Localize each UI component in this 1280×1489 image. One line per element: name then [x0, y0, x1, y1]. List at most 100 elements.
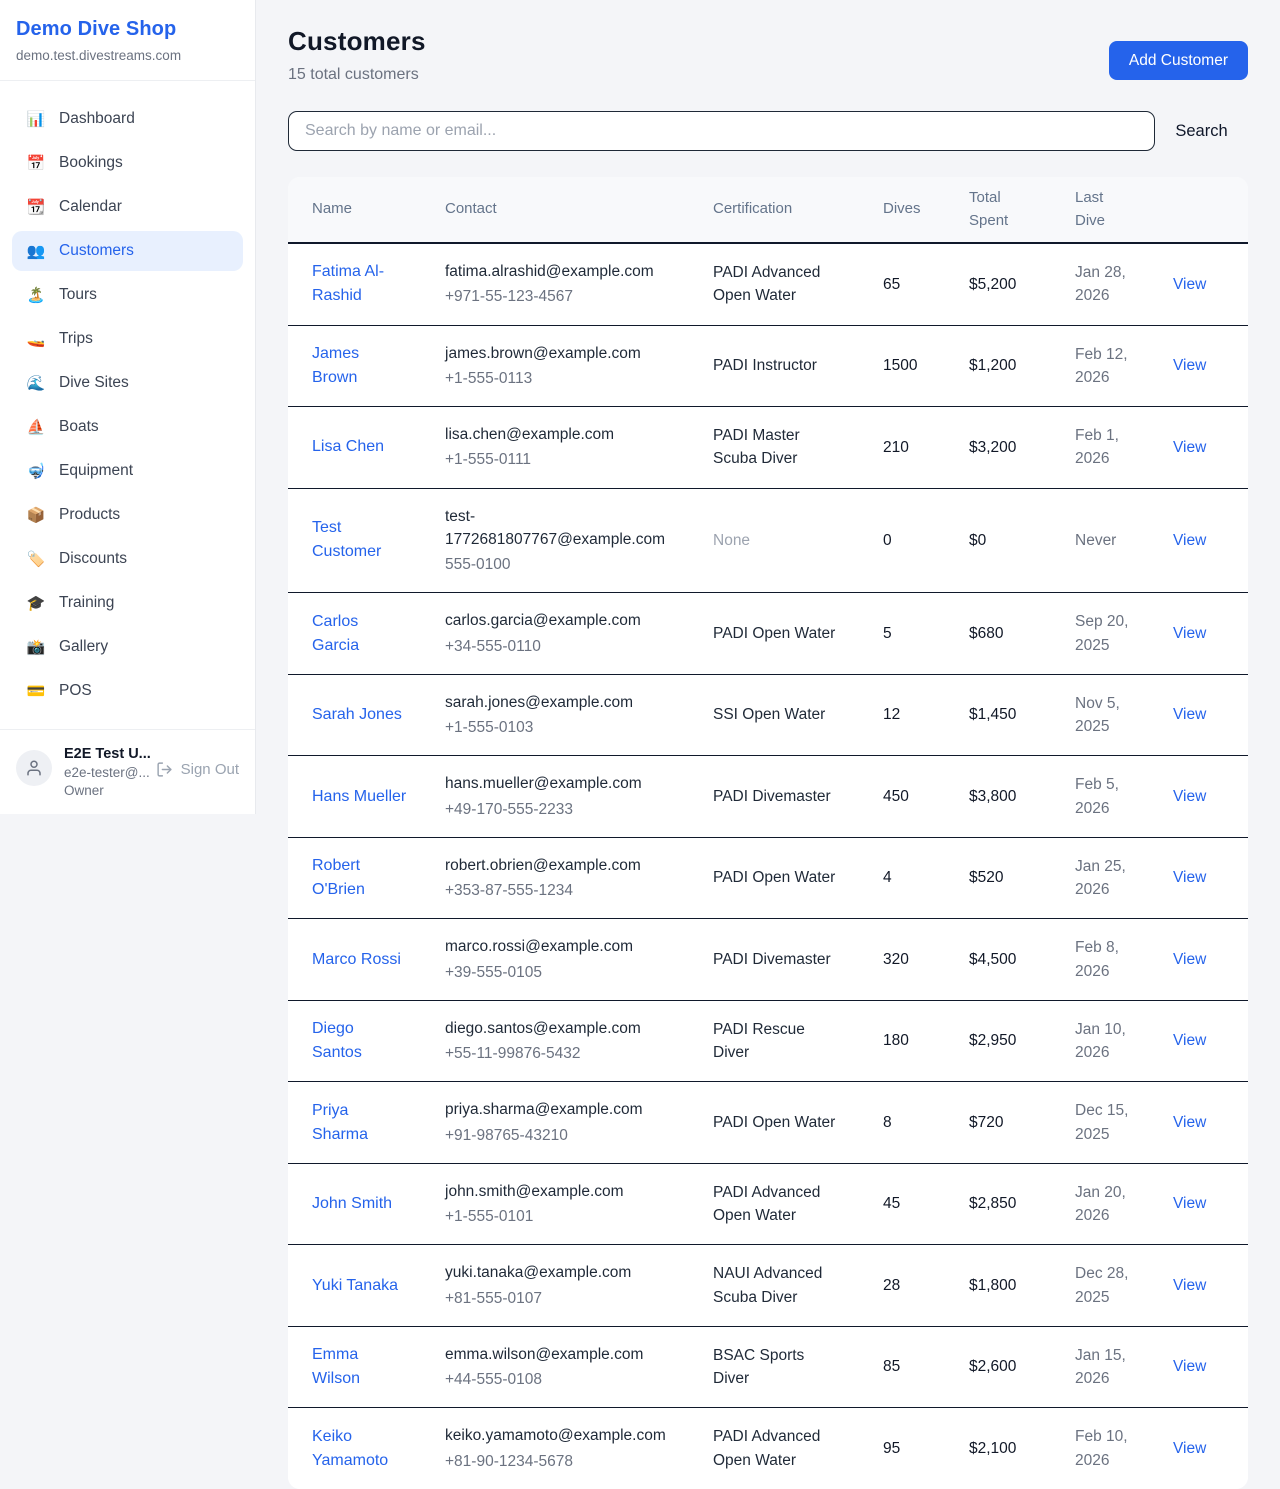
customer-total-spent: $1,200 [969, 357, 1016, 374]
customer-name-link[interactable]: James Brown [312, 342, 407, 390]
customer-name-link[interactable]: Diego Santos [312, 1017, 407, 1065]
customer-email: john.smith@example.com [445, 1180, 677, 1203]
user-name: E2E Test U... [64, 746, 144, 762]
customer-name-link[interactable]: Hans Mueller [312, 785, 407, 809]
table-row: Sarah Jones sarah.jones@example.com +1-5… [288, 674, 1248, 756]
view-customer-link[interactable]: View [1173, 1440, 1206, 1457]
column-header-total-spent: Total Spent [957, 177, 1063, 243]
sidebar-item-tours[interactable]: 🏝️ Tours [12, 275, 243, 315]
view-customer-link[interactable]: View [1173, 532, 1206, 549]
customer-last-dive: Jan 10, 2026 [1075, 1018, 1139, 1065]
sidebar-item-customers[interactable]: 👥 Customers [12, 231, 243, 271]
customer-name-link[interactable]: Keiko Yamamoto [312, 1425, 407, 1473]
customer-last-dive: Dec 15, 2025 [1075, 1099, 1139, 1146]
user-role: Owner [64, 783, 144, 798]
sidebar-item-label: POS [59, 682, 92, 700]
view-customer-link[interactable]: View [1173, 625, 1206, 642]
customer-dives: 0 [883, 532, 892, 549]
sidebar-item-discounts[interactable]: 🏷️ Discounts [12, 539, 243, 579]
view-customer-link[interactable]: View [1173, 357, 1206, 374]
column-header-actions [1161, 177, 1248, 243]
view-customer-link[interactable]: View [1173, 1032, 1206, 1049]
search-input[interactable] [288, 111, 1155, 151]
view-customer-link[interactable]: View [1173, 706, 1206, 723]
customer-contact: john.smith@example.com +1-555-0101 [445, 1180, 677, 1229]
customer-contact: test-1772681807767@example.com 555-0100 [445, 505, 677, 577]
total-customers-count: 15 total customers [288, 66, 426, 84]
customer-name-link[interactable]: Yuki Tanaka [312, 1274, 407, 1298]
customer-phone: +44-555-0108 [445, 1368, 677, 1391]
customer-last-dive: Jan 20, 2026 [1075, 1181, 1139, 1228]
sidebar-item-training[interactable]: 🎓 Training [12, 583, 243, 623]
sign-out-button[interactable]: Sign Out [156, 761, 239, 778]
customer-total-spent: $4,500 [969, 951, 1016, 968]
view-customer-link[interactable]: View [1173, 1114, 1206, 1131]
table-row: John Smith john.smith@example.com +1-555… [288, 1163, 1248, 1245]
table-row: Carlos Garcia carlos.garcia@example.com … [288, 593, 1248, 675]
shop-domain: demo.test.divestreams.com [16, 48, 239, 63]
sidebar-item-dive-sites[interactable]: 🌊 Dive Sites [12, 363, 243, 403]
customer-dives: 5 [883, 625, 892, 642]
sidebar-item-bookings[interactable]: 📅 Bookings [12, 143, 243, 183]
view-customer-link[interactable]: View [1173, 788, 1206, 805]
customer-last-dive: Jan 25, 2026 [1075, 855, 1139, 902]
customer-email: keiko.yamamoto@example.com [445, 1424, 677, 1447]
customer-email: hans.mueller@example.com [445, 772, 677, 795]
customer-phone: +1-555-0113 [445, 367, 677, 390]
pos-icon: 💳 [26, 682, 46, 700]
equipment-icon: 🤿 [26, 462, 46, 480]
calendar-icon: 📆 [26, 198, 46, 216]
sidebar-item-calendar[interactable]: 📆 Calendar [12, 187, 243, 227]
sidebar-item-boats[interactable]: ⛵ Boats [12, 407, 243, 447]
search-button[interactable]: Search [1155, 122, 1248, 141]
customer-name-link[interactable]: Marco Rossi [312, 948, 407, 972]
table-row: James Brown james.brown@example.com +1-5… [288, 325, 1248, 407]
user-email: e2e-tester@... [64, 765, 144, 780]
customer-total-spent: $720 [969, 1114, 1003, 1131]
customer-certification: PADI Advanced Open Water [713, 1425, 837, 1472]
customer-dives: 320 [883, 951, 909, 968]
sidebar-item-equipment[interactable]: 🤿 Equipment [12, 451, 243, 491]
customer-phone: +1-555-0111 [445, 448, 677, 471]
customer-name-link[interactable]: Carlos Garcia [312, 610, 407, 658]
sidebar-item-pos[interactable]: 💳 POS [12, 671, 243, 711]
customers-table: Name Contact Certification Dives Total S… [288, 177, 1248, 1489]
customer-certification: SSI Open Water [713, 703, 837, 726]
sidebar-item-trips[interactable]: 🚤 Trips [12, 319, 243, 359]
customer-name-link[interactable]: Lisa Chen [312, 435, 407, 459]
sidebar-item-label: Bookings [59, 154, 123, 172]
sidebar-item-gallery[interactable]: 📸 Gallery [12, 627, 243, 667]
customer-total-spent: $2,100 [969, 1440, 1016, 1457]
column-header-last-dive: Last Dive [1063, 177, 1161, 243]
view-customer-link[interactable]: View [1173, 1277, 1206, 1294]
customer-name-link[interactable]: John Smith [312, 1192, 407, 1216]
view-customer-link[interactable]: View [1173, 951, 1206, 968]
view-customer-link[interactable]: View [1173, 276, 1206, 293]
customer-total-spent: $520 [969, 869, 1003, 886]
customer-name-link[interactable]: Emma Wilson [312, 1343, 407, 1391]
view-customer-link[interactable]: View [1173, 439, 1206, 456]
customer-name-link[interactable]: Sarah Jones [312, 703, 407, 727]
view-customer-link[interactable]: View [1173, 869, 1206, 886]
customer-certification: NAUI Advanced Scuba Diver [713, 1262, 837, 1309]
sidebar-item-products[interactable]: 📦 Products [12, 495, 243, 535]
sidebar-item-label: Boats [59, 418, 99, 436]
sidebar-item-label: Customers [59, 242, 134, 260]
customer-dives: 180 [883, 1032, 909, 1049]
customer-total-spent: $3,800 [969, 788, 1016, 805]
customer-name-link[interactable]: Robert O'Brien [312, 854, 407, 902]
add-customer-button[interactable]: Add Customer [1109, 41, 1248, 80]
customer-name-link[interactable]: Fatima Al-Rashid [312, 260, 407, 308]
sidebar-item-label: Equipment [59, 462, 133, 480]
customer-phone: +353-87-555-1234 [445, 879, 677, 902]
customer-phone: +971-55-123-4567 [445, 285, 677, 308]
customer-name-link[interactable]: Priya Sharma [312, 1099, 407, 1147]
view-customer-link[interactable]: View [1173, 1358, 1206, 1375]
sidebar-item-dashboard[interactable]: 📊 Dashboard [12, 99, 243, 139]
customer-contact: priya.sharma@example.com +91-98765-43210 [445, 1098, 677, 1147]
customer-name-link[interactable]: Test Customer [312, 516, 407, 564]
customer-dives: 450 [883, 788, 909, 805]
table-row: Marco Rossi marco.rossi@example.com +39-… [288, 919, 1248, 1001]
view-customer-link[interactable]: View [1173, 1195, 1206, 1212]
customer-phone: +91-98765-43210 [445, 1124, 677, 1147]
